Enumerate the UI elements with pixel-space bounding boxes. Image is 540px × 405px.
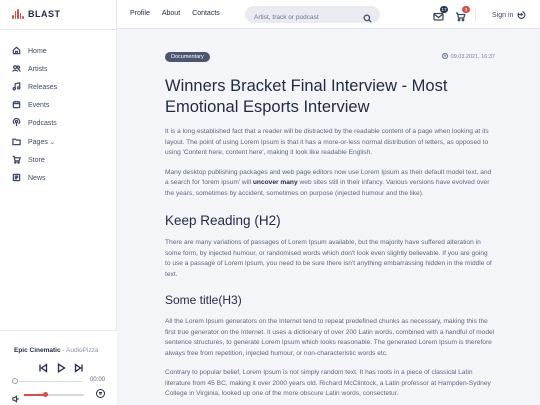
volume-knob[interactable] xyxy=(43,392,48,397)
article-paragraph: There are many variations of passages of… xyxy=(165,239,492,278)
audio-player: Epic Cinematic - AudioPizza 00:00 xyxy=(0,330,117,405)
next-track-icon[interactable] xyxy=(74,360,84,378)
nav-link-about[interactable]: About xyxy=(162,10,180,17)
sidebar-item-home[interactable]: Home xyxy=(12,42,57,60)
sign-in-label: Sign in xyxy=(492,12,514,19)
clock-icon xyxy=(441,52,448,61)
users-icon xyxy=(12,64,21,75)
sidebar-item-events[interactable]: Events xyxy=(12,97,57,115)
calendar-icon xyxy=(12,100,21,111)
sidebar-item-label: Pages xyxy=(28,138,48,146)
sidebar-item-label: Store xyxy=(28,156,45,164)
chevron-down-icon: ⌄ xyxy=(49,139,55,146)
sidebar-item-label: Events xyxy=(28,102,50,110)
sidebar-item-releases[interactable]: Releases xyxy=(12,78,57,96)
player-controls xyxy=(38,360,84,378)
article-paragraph: Contrary to popular belief, Lorem Ipsum … xyxy=(165,369,491,397)
sign-in-icon xyxy=(517,10,526,21)
volume-icon[interactable] xyxy=(12,390,20,405)
sidebar-item-pages[interactable]: Pages ⌄ xyxy=(12,133,57,151)
article-paragraph: Many desktop publishing packages and web… xyxy=(165,168,495,200)
logo[interactable]: BLAST xyxy=(12,9,61,19)
previous-track-icon[interactable] xyxy=(38,360,48,378)
folder-icon xyxy=(12,137,21,148)
article-paragraph: It is a long established fact that a rea… xyxy=(165,128,489,156)
track-title: Epic Cinematic xyxy=(14,347,61,354)
sidebar-item-label: News xyxy=(28,174,46,182)
sidebar-item-label: Podcasts xyxy=(28,120,57,128)
podcast-icon xyxy=(12,118,21,129)
article: Documentary 09.03.2021, 16:37 Winners Br… xyxy=(165,51,495,400)
home-icon xyxy=(12,46,21,57)
play-icon[interactable] xyxy=(56,360,66,378)
nav-link-contacts[interactable]: Contacts xyxy=(192,10,220,17)
progress-knob[interactable] xyxy=(12,378,18,384)
bold-text: uncover many xyxy=(252,179,298,186)
logo-text: BLAST xyxy=(28,9,61,19)
search-icon[interactable] xyxy=(363,10,372,23)
sidebar-item-news[interactable]: News xyxy=(12,169,57,187)
main-content: Documentary 09.03.2021, 16:37 Winners Br… xyxy=(117,29,540,405)
track-artist: AudioPizza xyxy=(66,347,99,354)
cart-badge: 3 xyxy=(462,6,470,13)
sidebar-item-artists[interactable]: Artists xyxy=(12,60,57,78)
nav-link-profile[interactable]: Profile xyxy=(130,10,150,17)
section-heading-h2: Keep Reading (H2) xyxy=(165,213,281,228)
sidebar-item-store[interactable]: Store xyxy=(12,151,57,169)
sidebar-item-label: Artists xyxy=(28,65,48,73)
article-paragraph: All the Lorem Ipsum generators on the In… xyxy=(165,318,495,357)
search-input[interactable] xyxy=(245,9,355,26)
sidebar: BLAST Home Artists Releases Events Podca… xyxy=(0,0,117,405)
sidebar-item-label: Releases xyxy=(28,83,58,91)
cart-button[interactable]: 3 xyxy=(455,6,470,22)
volume-control xyxy=(12,389,105,403)
logo-waveform-icon xyxy=(12,9,24,19)
top-nav: Profile About Contacts xyxy=(130,10,220,17)
progress-track[interactable] xyxy=(18,381,82,382)
section-heading-h3: Some title(H3) xyxy=(165,293,242,307)
sidebar-nav: Home Artists Releases Events Podcasts Pa… xyxy=(12,42,57,188)
sidebar-item-podcasts[interactable]: Podcasts xyxy=(12,115,57,133)
time-display: 00:00 xyxy=(89,377,105,383)
messages-button[interactable]: 17 xyxy=(433,6,448,21)
article-meta: Documentary 09.03.2021, 16:37 xyxy=(165,51,495,63)
volume-fill xyxy=(24,394,45,396)
newspaper-icon xyxy=(12,173,21,184)
cart-icon xyxy=(12,155,21,166)
search-bar xyxy=(245,6,380,26)
article-date: 09.03.2021, 16:37 xyxy=(441,52,495,61)
sign-in-button[interactable]: Sign in xyxy=(492,10,526,21)
sidebar-divider xyxy=(0,29,117,30)
playlist-menu-icon[interactable] xyxy=(96,389,105,398)
sidebar-item-label: Home xyxy=(28,47,47,55)
messages-badge: 17 xyxy=(440,6,448,13)
category-tag[interactable]: Documentary xyxy=(165,52,210,62)
music-note-icon xyxy=(12,82,21,93)
date-text: 09.03.2021, 16:37 xyxy=(450,54,495,60)
article-title: Winners Bracket Final Interview - Most E… xyxy=(165,77,448,116)
header-divider xyxy=(475,8,476,21)
header: Profile About Contacts 17 3 Sign in xyxy=(117,0,540,29)
progress-bar[interactable]: 00:00 xyxy=(12,377,105,385)
now-playing: Epic Cinematic - AudioPizza xyxy=(14,347,99,354)
